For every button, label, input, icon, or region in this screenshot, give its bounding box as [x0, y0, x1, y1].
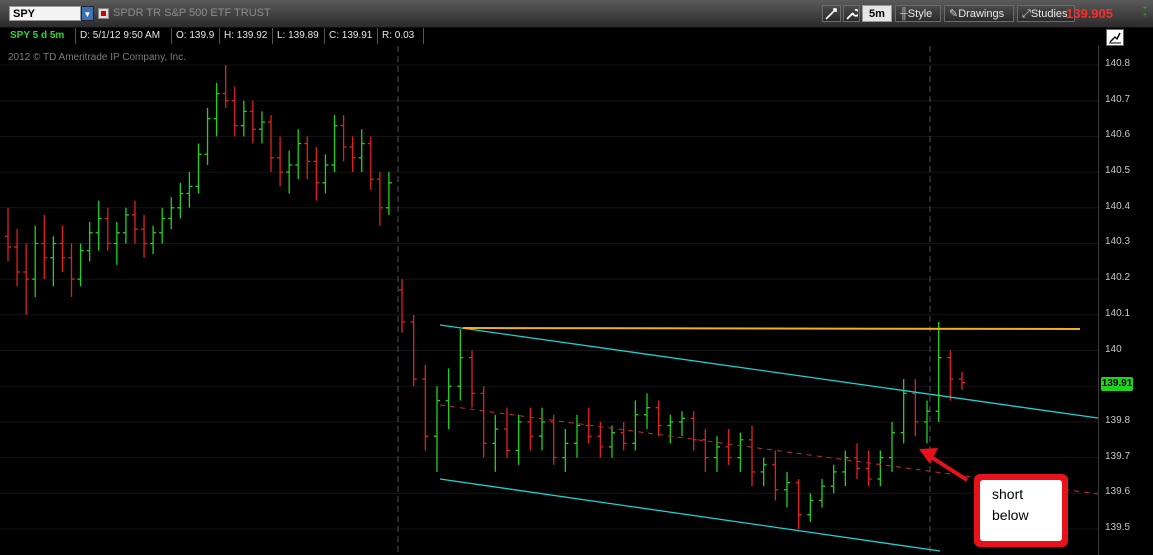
last-price: 139.905: [1066, 6, 1113, 21]
chart-settings-icon[interactable]: [1106, 29, 1124, 46]
pencil-icon: ✎: [949, 8, 959, 20]
copyright-text: 2012 © TD Ameritrade IP Company, Inc.: [8, 52, 187, 63]
price-axis-tick: 139.5: [1105, 522, 1131, 533]
price-axis: [1098, 46, 1153, 555]
high-value: H: 139.92: [220, 28, 273, 44]
price-axis-tick: 140: [1105, 343, 1122, 355]
symbol-description: SPDR TR S&P 500 ETF TRUST: [113, 7, 271, 19]
chart-id: SPY 5 d 5m: [6, 28, 76, 44]
price-axis-tick: 140.2: [1105, 272, 1131, 284]
price-axis-tick: 140.1: [1105, 307, 1131, 319]
annotation-arrow: [926, 453, 969, 482]
price-axis-tick: 139.6: [1105, 486, 1131, 498]
price-axis-tick: 139.8: [1105, 414, 1131, 426]
channel-lower-line: [439, 478, 941, 552]
style-button[interactable]: ╫Style: [895, 5, 941, 22]
drawings-label: Drawings: [958, 8, 1005, 20]
wrench-icon[interactable]: [843, 5, 860, 22]
studies-label: Studies: [1030, 8, 1068, 20]
chart-toolbar: SPY ▼ SPDR TR S&P 500 ETF TRUST 5m ╫Styl…: [0, 0, 1153, 28]
resistance-line: [462, 327, 1081, 330]
price-axis-tick: 140.4: [1105, 200, 1131, 212]
symbol-dropdown-icon[interactable]: ▼: [81, 6, 94, 21]
annotation-note: short below: [974, 474, 1068, 547]
period-button[interactable]: 5m: [862, 5, 892, 22]
price-axis-tick: 140.5: [1105, 165, 1131, 177]
ohlc-info-bar: SPY 5 d 5m D: 5/1/12 9:50 AM O: 139.9 H:…: [0, 28, 1100, 44]
open-value: O: 139.9: [172, 28, 220, 44]
annotation-line-2: below: [992, 507, 1029, 523]
channel-upper-line: [439, 324, 1099, 419]
price-axis-tick: 140.7: [1105, 93, 1131, 105]
price-axis-tick: 140.3: [1105, 236, 1131, 248]
drawings-button[interactable]: ✎Drawings: [944, 5, 1014, 22]
style-label: Style: [907, 8, 933, 20]
candle-style-icon: ╫: [900, 8, 908, 20]
close-value: C: 139.91: [325, 28, 378, 44]
range-value: R: 0.03: [378, 28, 424, 44]
current-price-badge: 139.91: [1101, 377, 1133, 391]
symbol-input[interactable]: SPY: [9, 6, 81, 21]
studies-icon: ⤢: [1022, 8, 1031, 20]
low-value: L: 139.89: [273, 28, 325, 44]
price-axis-tick: 139.7: [1105, 450, 1131, 462]
bar-date: D: 5/1/12 9:50 AM: [76, 28, 172, 44]
price-axis-tick: 140.8: [1105, 58, 1131, 69]
mini-change: + +: [1143, 5, 1148, 19]
price-axis-tick: 140.6: [1105, 129, 1131, 141]
annotation-line-1: short: [992, 486, 1024, 502]
link-icon[interactable]: [822, 5, 841, 22]
symbol-info-icon[interactable]: [98, 8, 109, 19]
